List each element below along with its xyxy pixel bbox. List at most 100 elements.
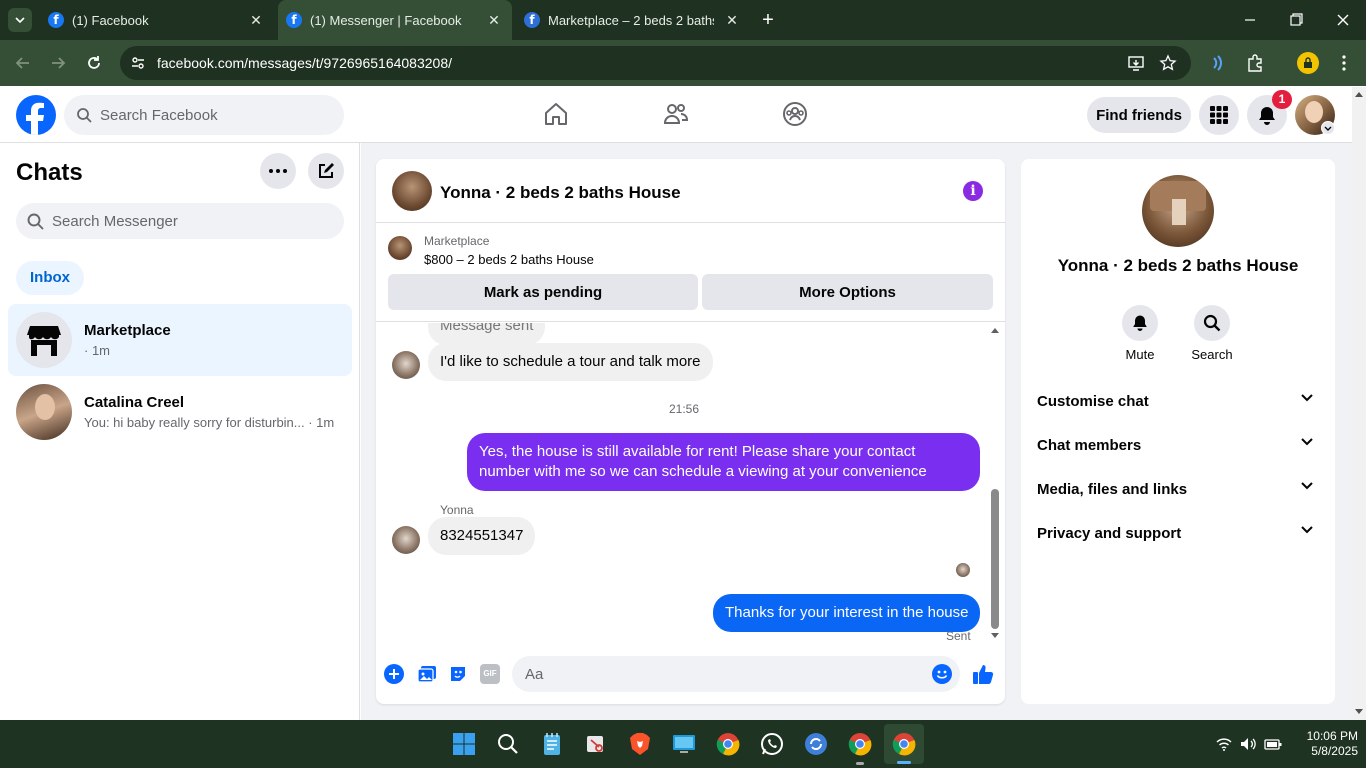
volume-icon[interactable] [1240, 737, 1256, 751]
emoji-icon[interactable] [932, 664, 952, 684]
house-avatar[interactable] [392, 171, 432, 211]
account-chevron-icon[interactable] [1321, 121, 1335, 135]
search-icon [27, 213, 44, 230]
facebook-header: Search Facebook Find friends 1 [0, 87, 1352, 143]
browser-menu-icon[interactable] [1336, 53, 1352, 73]
battery-icon[interactable] [1264, 737, 1282, 751]
snipping-tool-icon[interactable] [580, 728, 612, 760]
chevron-down-icon [15, 17, 25, 23]
profile-lock-icon[interactable] [1297, 52, 1319, 74]
install-app-icon[interactable] [1127, 54, 1145, 72]
bell-icon [1259, 107, 1275, 125]
wifi-icon[interactable] [1216, 737, 1232, 751]
close-tab-icon[interactable]: ✕ [486, 12, 502, 28]
media-files-links-section[interactable]: Media, files and links [1037, 469, 1319, 509]
house-avatar-large[interactable] [1142, 175, 1214, 247]
restore-icon[interactable] [1288, 12, 1304, 28]
home-icon[interactable] [543, 101, 569, 127]
notification-badge: 1 [1272, 90, 1292, 109]
taskbar-search-icon[interactable] [492, 728, 524, 760]
search-icon [1203, 314, 1221, 332]
messages-scrollbar[interactable] [990, 323, 1000, 649]
find-friends-button[interactable]: Find friends [1087, 97, 1191, 133]
marketplace-listing-bar: Marketplace $800 – 2 beds 2 baths House … [376, 224, 1005, 322]
chat-title[interactable]: Yonna · 2 beds 2 baths House [440, 183, 681, 203]
new-message-button[interactable] [308, 153, 344, 189]
photo-icon[interactable] [417, 664, 437, 684]
chat-members-section[interactable]: Chat members [1037, 425, 1319, 465]
system-clock[interactable]: 10:06 PM 5/8/2025 [1282, 729, 1358, 759]
groups-icon[interactable] [782, 101, 808, 127]
windows-taskbar: 10:06 PM 5/8/2025 [0, 720, 1366, 768]
chrome-profile-icon[interactable] [844, 728, 876, 765]
chats-sidebar: Chats Search Messenger Inbox Marketplace… [0, 143, 360, 720]
facebook-logo-icon[interactable] [16, 95, 56, 135]
tab-marketplace[interactable]: f Marketplace – 2 beds 2 baths H ✕ [516, 0, 750, 40]
conversation-name: Catalina Creel [84, 394, 185, 411]
customise-chat-section[interactable]: Customise chat [1037, 381, 1319, 421]
catalina-avatar [16, 384, 72, 440]
search-action[interactable]: Search [1182, 305, 1242, 362]
tab-facebook[interactable]: f (1) Facebook ✕ [40, 0, 274, 40]
yonna-avatar[interactable] [392, 526, 420, 554]
site-info-icon[interactable] [130, 55, 146, 71]
sender-name: Yonna [440, 503, 474, 517]
message-input[interactable]: Aa [512, 656, 960, 692]
listing-title[interactable]: $800 – 2 beds 2 baths House [424, 252, 594, 267]
friends-icon[interactable] [663, 101, 689, 127]
page-scrollbar[interactable] [1352, 87, 1366, 720]
chevron-down-icon [1301, 438, 1313, 446]
chrome-active-icon[interactable] [884, 724, 924, 764]
compose-icon [319, 163, 334, 178]
chats-options-button[interactable] [260, 153, 296, 189]
conversation-name: Marketplace [84, 322, 171, 339]
brave-browser-icon[interactable] [624, 728, 656, 760]
messenger-search-input[interactable]: Search Messenger [16, 203, 344, 239]
message-composer: GIF Aa [376, 655, 1005, 704]
chrome-icon[interactable] [712, 728, 744, 760]
tab-title: (1) Messenger | Facebook [310, 12, 462, 28]
chats-title: Chats [16, 159, 83, 186]
extension-icon[interactable] [1209, 54, 1227, 72]
more-options-button[interactable]: More Options [702, 274, 993, 310]
close-tab-icon[interactable]: ✕ [248, 12, 264, 28]
inbox-filter-chip[interactable]: Inbox [16, 261, 84, 295]
new-tab-icon[interactable]: + [758, 10, 778, 30]
menu-button[interactable] [1199, 95, 1239, 135]
close-tab-icon[interactable]: ✕ [724, 12, 740, 28]
clock-date: 5/8/2025 [1311, 744, 1358, 758]
whatsapp-icon[interactable] [756, 728, 788, 760]
facebook-search-input[interactable]: Search Facebook [64, 95, 344, 135]
storefront-icon [27, 326, 61, 356]
mute-action[interactable]: Mute [1110, 305, 1170, 362]
sticker-icon[interactable] [448, 664, 468, 684]
reload-icon[interactable] [85, 54, 103, 72]
conversation-catalina-creel[interactable]: Catalina Creel You: hi baby really sorry… [8, 376, 352, 448]
tab-search-button[interactable] [8, 8, 32, 32]
address-bar[interactable]: facebook.com/messages/t/9726965164083208… [120, 46, 1191, 80]
notepad-icon[interactable] [536, 728, 568, 760]
close-window-icon[interactable] [1335, 12, 1351, 28]
yonna-avatar[interactable] [392, 351, 420, 379]
mark-as-pending-button[interactable]: Mark as pending [388, 274, 698, 310]
marketplace-favicon-icon: f [524, 12, 540, 28]
listing-thumbnail[interactable] [388, 236, 412, 260]
thumbs-up-icon[interactable] [972, 663, 994, 685]
section-title: Media, files and links [1037, 481, 1188, 498]
windows-start-icon[interactable] [448, 728, 480, 760]
privacy-support-section[interactable]: Privacy and support [1037, 513, 1319, 553]
extensions-puzzle-icon[interactable] [1245, 53, 1265, 73]
tab-messenger[interactable]: f (1) Messenger | Facebook ✕ [278, 0, 512, 40]
browser-toolbar: facebook.com/messages/t/9726965164083208… [0, 40, 1366, 86]
back-icon[interactable] [14, 54, 32, 72]
bell-icon [1133, 315, 1147, 331]
minimize-icon[interactable] [1242, 12, 1258, 28]
remote-desktop-icon[interactable] [668, 728, 700, 760]
add-more-icon[interactable] [384, 664, 404, 684]
bookmark-star-icon[interactable] [1159, 54, 1177, 72]
sync-app-icon[interactable] [800, 728, 832, 760]
gif-icon[interactable]: GIF [480, 664, 500, 684]
conversation-marketplace[interactable]: Marketplace · 1m [8, 304, 352, 376]
forward-icon[interactable] [49, 54, 67, 72]
conversation-info-icon[interactable]: i [963, 181, 983, 201]
